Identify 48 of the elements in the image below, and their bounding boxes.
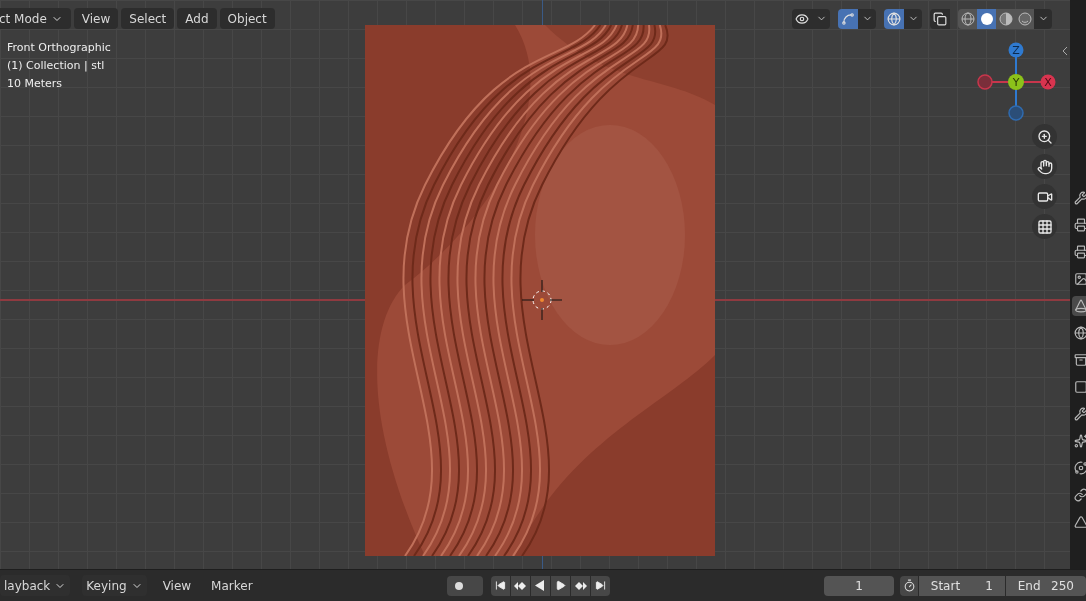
play-reverse-button[interactable]: [530, 575, 550, 596]
viewport-info-text: (1) Collection | stl: [7, 58, 106, 73]
menu-button[interactable]: Add: [177, 8, 217, 29]
constraints-tab[interactable]: [1072, 485, 1086, 505]
visibility-toggle[interactable]: [792, 8, 812, 29]
axis-gizmo-drawing[interactable]: Z Y X: [976, 41, 1056, 121]
jump-start-button[interactable]: [490, 575, 510, 596]
next-keyframe-button[interactable]: [570, 575, 590, 596]
jump-start-icon: [494, 580, 506, 591]
next-keyframe-icon: [573, 580, 587, 591]
overlay-toggle[interactable]: [884, 8, 904, 29]
stopwatch-icon[interactable]: [900, 575, 918, 596]
viewport[interactable]: ct Mode View Select Add Object Front Orthographic (1) Collection | stl 10 Meters Z Y X: [0, 0, 1070, 569]
prev-keyframe-icon: [513, 580, 527, 591]
prev-keyframe-button[interactable]: [510, 575, 530, 596]
dropdown-menu[interactable]: layback: [0, 575, 71, 596]
scene-tab[interactable]: [1072, 296, 1086, 316]
end-frame-field[interactable]: End 250: [1005, 575, 1086, 596]
play-button[interactable]: [550, 575, 570, 596]
menu-button[interactable]: Select: [121, 8, 175, 29]
rendered-shading-button[interactable]: [1015, 8, 1034, 29]
viewport-info-text: Front Orthographic: [7, 40, 111, 55]
visibility-icon: [795, 11, 809, 26]
menu-button[interactable]: View: [73, 8, 119, 29]
menu-button[interactable]: View: [158, 575, 196, 596]
solid-shading-button[interactable]: [977, 8, 996, 29]
viewport-info-text: 10 Meters: [7, 76, 64, 91]
camera-icon[interactable]: [1032, 184, 1057, 209]
current-frame-field[interactable]: 1: [823, 575, 895, 596]
wireframe-shading-button[interactable]: [958, 8, 977, 29]
3d-cursor-icon: [522, 280, 562, 320]
pan-icon[interactable]: [1032, 154, 1057, 179]
jump-end-button[interactable]: [590, 575, 610, 596]
record-button[interactable]: [446, 575, 483, 596]
jump-end-icon: [594, 580, 606, 591]
xray-icon: [933, 11, 947, 26]
menu-button[interactable]: Marker: [207, 575, 257, 596]
menu-button[interactable]: Object: [219, 8, 275, 29]
mode-dropdown[interactable]: ct Mode: [0, 8, 71, 29]
play-reverse-icon: [535, 580, 546, 591]
material-shading-button[interactable]: [996, 8, 1015, 29]
xray-toggle[interactable]: [930, 8, 950, 29]
dropdown-menu[interactable]: Keying: [82, 575, 147, 596]
start-frame-field[interactable]: Start 1: [918, 575, 1005, 596]
grid-icon[interactable]: [1032, 214, 1057, 239]
play-icon: [554, 580, 566, 591]
gizmo-toggle[interactable]: [838, 8, 858, 29]
zoom-icon[interactable]: [1032, 124, 1057, 149]
